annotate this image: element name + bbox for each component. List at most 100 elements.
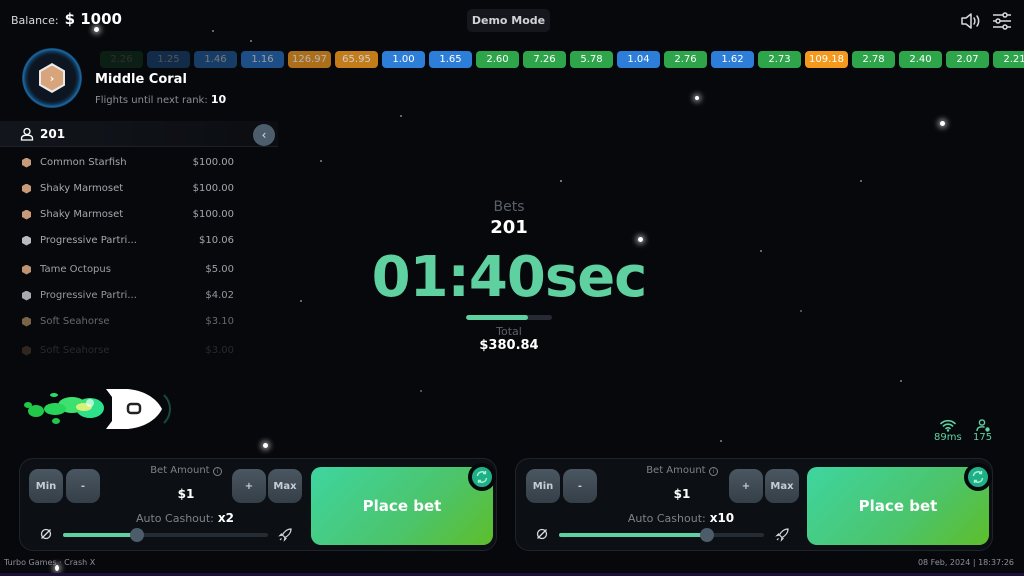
- auto-cashout-value: x10: [709, 511, 735, 525]
- bet-amount-label: Bet Amount i: [624, 465, 740, 476]
- multiplier-chip: 1.65: [429, 51, 472, 68]
- round-timer: 01:40sec: [371, 245, 648, 310]
- multiplier-chip: 7.26: [523, 51, 566, 68]
- multiplier-chip: 126.97: [288, 51, 331, 68]
- player-bet-amount: $100.00: [192, 183, 234, 194]
- disabled-icon: [536, 528, 548, 540]
- refresh-icon: [972, 471, 984, 483]
- auto-cashout-slider[interactable]: [559, 528, 764, 542]
- increase-bet-button[interactable]: +: [729, 469, 763, 503]
- rocket-small-icon: [277, 527, 292, 542]
- online-users-icon: [975, 419, 990, 432]
- footer-datetime: 08 Feb, 2024 | 18:37:26: [917, 558, 1014, 567]
- multiplier-chip: 2.76: [664, 51, 707, 68]
- player-name: Shaky Marmoset: [40, 183, 124, 194]
- multiplier-chip: 2.60: [476, 51, 519, 68]
- rank-badge-icon: ›: [39, 63, 65, 93]
- multiplier-chip: 1.16: [241, 51, 284, 68]
- refresh-icon: [476, 471, 488, 483]
- multiplier-chip: 109.18: [805, 51, 848, 68]
- total-label: Total: [496, 325, 522, 338]
- multiplier-history: 2.26 1.25 1.46 1.16 126.97 65.95 1.00 1.65 2.60 7…: [100, 51, 1024, 68]
- star: [900, 380, 902, 382]
- star: [320, 160, 322, 162]
- player-row: Common Starfish $100.00: [22, 157, 234, 168]
- auto-cashout-label: Auto Cashout:: [136, 512, 214, 525]
- rank-name: Middle Coral: [95, 72, 187, 87]
- auto-cashout: Auto Cashout: x2: [90, 511, 280, 525]
- rocket-max-button[interactable]: [774, 526, 790, 542]
- disable-cashout-button[interactable]: [534, 526, 550, 542]
- disabled-icon: [40, 528, 52, 540]
- place-bet-button[interactable]: Place bet: [311, 467, 493, 545]
- star: [940, 121, 945, 126]
- rocket-icon: [24, 389, 171, 429]
- slider-fill: [63, 533, 137, 537]
- ping-value: 89ms: [934, 432, 962, 443]
- bet-amount-label-text: Bet Amount: [646, 465, 706, 476]
- balance: Balance: $ 1000: [11, 10, 122, 28]
- sound-button[interactable]: [960, 11, 982, 31]
- multiplier-chip: 1.04: [617, 51, 660, 68]
- disable-cashout-button[interactable]: [38, 526, 54, 542]
- balance-label: Balance:: [11, 14, 59, 27]
- decrease-bet-button[interactable]: -: [66, 469, 100, 503]
- star: [250, 40, 252, 42]
- min-bet-button[interactable]: Min: [526, 469, 560, 503]
- rocket-flame: [24, 393, 104, 424]
- bet-amount-value[interactable]: $1: [128, 487, 244, 501]
- settings-button[interactable]: [991, 11, 1013, 31]
- player-row: Shaky Marmoset $100.00: [22, 183, 234, 194]
- bets-label: Bets: [493, 199, 525, 215]
- auto-bet-toggle[interactable]: [468, 463, 496, 491]
- players-count: 201: [40, 126, 66, 141]
- bet-amount-label-text: Bet Amount: [150, 465, 210, 476]
- star: [800, 310, 802, 312]
- decrease-bet-button[interactable]: -: [563, 469, 597, 503]
- chevron-left-icon: ‹: [261, 128, 267, 142]
- multiplier-chip: 1.62: [711, 51, 754, 68]
- bet-amount-value[interactable]: $1: [624, 487, 740, 501]
- rocket-max-button[interactable]: [277, 526, 293, 542]
- multiplier-chip: 1.46: [194, 51, 237, 68]
- online-stat: 175: [973, 419, 992, 443]
- total-value: $380.84: [479, 338, 539, 353]
- footer-brand: Turbo Games · Crash X: [4, 558, 96, 567]
- max-bet-button[interactable]: Max: [765, 469, 799, 503]
- ping-stat: 89ms: [934, 419, 962, 443]
- slider-thumb[interactable]: [129, 528, 144, 542]
- flights-label: Flights until next rank:: [95, 95, 208, 106]
- multiplier-chip: 2.73: [758, 51, 801, 68]
- min-bet-button[interactable]: Min: [29, 469, 63, 503]
- multiplier-chip: 1.00: [382, 51, 425, 68]
- auto-bet-toggle[interactable]: [964, 463, 992, 491]
- star: [695, 96, 699, 100]
- auto-cashout-value: x2: [217, 511, 234, 525]
- auto-cashout-slider[interactable]: [63, 528, 268, 542]
- multiplier-chip: 2.78: [852, 51, 895, 68]
- star: [400, 115, 402, 117]
- flights-until-next-rank: Flights until next rank: 10: [95, 93, 226, 106]
- bet-panel-2: Min - Bet Amount i $1 + Max Auto Cashout…: [515, 458, 993, 551]
- player-rank-icon: [22, 157, 31, 168]
- multiplier-chip: 2.40: [899, 51, 942, 68]
- star: [560, 180, 562, 182]
- collapse-players-button[interactable]: ‹: [253, 124, 275, 146]
- player-name: Common Starfish: [40, 157, 127, 168]
- place-bet-button[interactable]: Place bet: [807, 467, 989, 545]
- slider-thumb[interactable]: [699, 528, 714, 542]
- multiplier-chip: 2.26: [100, 51, 143, 68]
- player-rank-icon: [22, 183, 31, 194]
- star: [212, 30, 214, 32]
- multiplier-chip: 2.21: [993, 51, 1024, 68]
- user-icon: [20, 127, 34, 141]
- info-icon[interactable]: i: [708, 467, 718, 476]
- balance-value: $ 1000: [64, 10, 122, 28]
- info-icon[interactable]: i: [212, 467, 222, 476]
- max-bet-button[interactable]: Max: [268, 469, 302, 503]
- rocket-body: [106, 389, 162, 429]
- auto-cashout: Auto Cashout: x10: [586, 511, 776, 525]
- increase-bet-button[interactable]: +: [232, 469, 266, 503]
- star: [860, 180, 862, 182]
- multiplier-chip: 1.25: [147, 51, 190, 68]
